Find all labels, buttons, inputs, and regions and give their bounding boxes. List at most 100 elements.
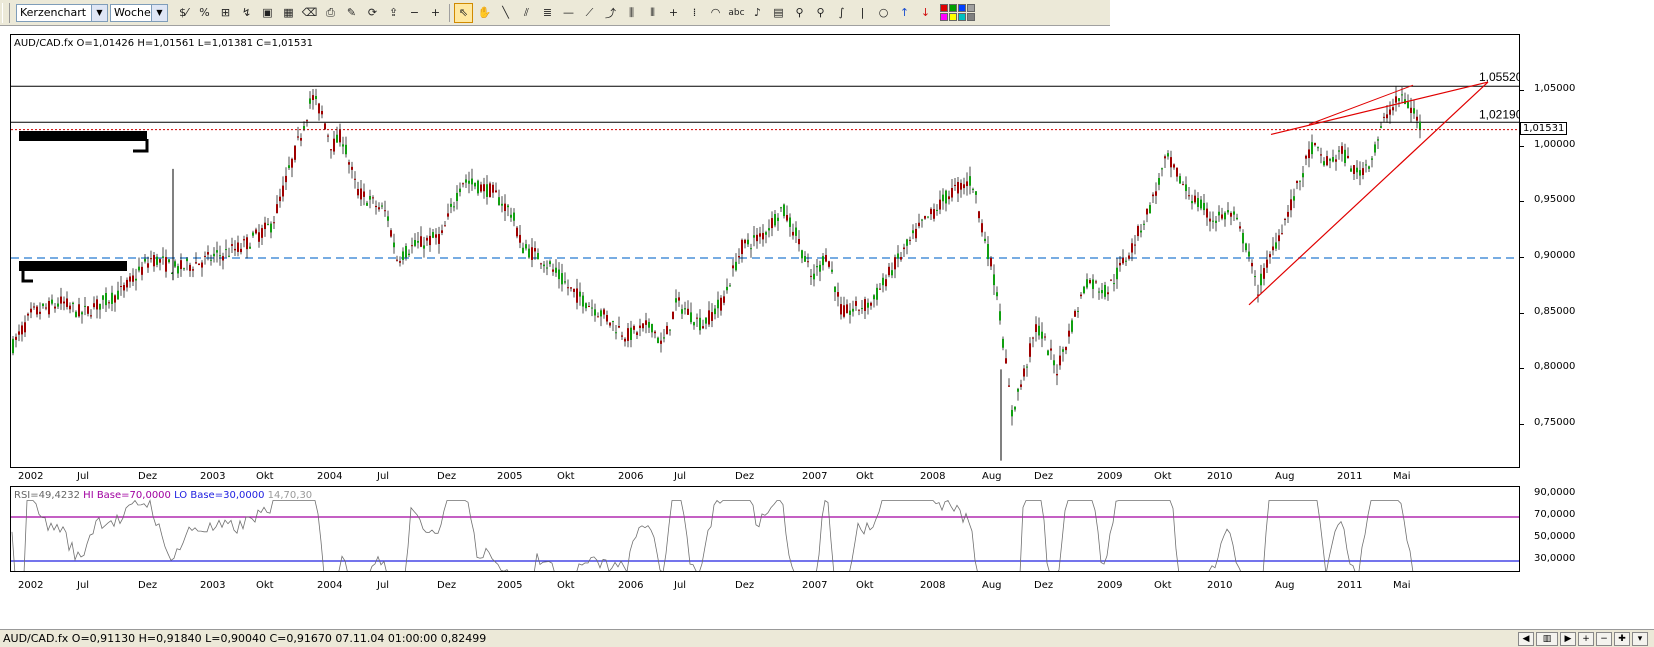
candle-body (1101, 290, 1103, 294)
candle-body (1299, 180, 1301, 182)
candle-body (39, 311, 41, 314)
candle-body (1251, 262, 1253, 267)
price-chart-panel[interactable]: AUD/CAD.fx O=1,01426 H=1,01561 L=1,01381… (10, 34, 1520, 468)
line-icon[interactable]: ╲ (496, 3, 515, 23)
chevron-down-icon[interactable]: ▼ (91, 4, 107, 21)
crosshair-icon[interactable]: + (664, 3, 683, 23)
chevron-down-icon[interactable]: ▼ (151, 4, 167, 21)
scroll-left-icon[interactable]: ◀ (1518, 631, 1534, 646)
candle-body (1188, 195, 1190, 197)
zoom-tool-icon[interactable]: ⚲ (811, 3, 830, 23)
candle-body (84, 305, 86, 307)
candle-body (1374, 144, 1376, 153)
fibonacci-icon[interactable]: ⤴ (601, 3, 620, 23)
candle-body (1254, 276, 1256, 278)
candle-body (1302, 173, 1304, 178)
candle-body (897, 253, 899, 259)
refresh-icon[interactable]: ⟳ (363, 3, 382, 23)
status-text: AUD/CAD.fx O=0,91130 H=0,91840 L=0,90040… (3, 632, 487, 645)
export-icon[interactable]: ⇪ (384, 3, 403, 23)
candle-body (819, 264, 821, 272)
candle-body (1035, 324, 1037, 332)
zoom-out-icon[interactable]: − (405, 3, 424, 23)
toolbar-grip[interactable] (2, 2, 10, 23)
candle-body (1395, 96, 1397, 103)
palette-swatch[interactable] (940, 4, 948, 12)
candle-body (102, 295, 104, 300)
freehand-icon[interactable]: ∫ (832, 3, 851, 23)
arrow-down-icon[interactable]: ↓ (916, 3, 935, 23)
percent-icon[interactable]: % (195, 3, 214, 23)
current-price-label: 1,01531 (1520, 121, 1568, 135)
cycle-lines-icon[interactable]: ⁞ (685, 3, 704, 23)
image-icon[interactable]: ▦ (279, 3, 298, 23)
palette-swatch[interactable] (940, 13, 948, 21)
candle-body (558, 269, 560, 280)
cursor-icon[interactable]: ⇖ (454, 2, 473, 23)
zoom-out-icon[interactable]: − (1596, 631, 1612, 646)
candle-body (189, 264, 191, 271)
text-tool-icon[interactable]: abc (727, 3, 746, 23)
rsi-panel[interactable]: RSI=49,4232 HI Base=70,0000 LO Base=30,0… (10, 486, 1520, 572)
candle-body (1275, 242, 1277, 249)
channel-icon[interactable]: ≣ (538, 3, 557, 23)
candle-body (327, 135, 329, 137)
palette-swatch[interactable] (958, 13, 966, 21)
candle-body (300, 138, 302, 141)
palette-swatch[interactable] (949, 4, 957, 12)
hand-icon[interactable]: ✋ (475, 3, 494, 23)
rsi-tick-label: 30,0000 (1534, 553, 1576, 564)
candle-body (255, 229, 257, 234)
timeframe-select[interactable]: Woche ▼ (110, 3, 168, 22)
candle-body (660, 340, 662, 344)
palette-swatch[interactable] (967, 4, 975, 12)
horizontal-line-icon[interactable]: — (559, 3, 578, 23)
vertical-lines-icon[interactable]: ⦀ (643, 3, 662, 23)
price-tick-label: 0,90000 (1534, 250, 1576, 261)
bar-chart-icon[interactable]: ⊞ (216, 3, 235, 23)
settings-icon[interactable]: ▾ (1632, 631, 1648, 646)
calculator-icon[interactable]: ▤ (769, 3, 788, 23)
candle-body (831, 269, 833, 272)
price-tick-label: 0,80000 (1534, 361, 1576, 373)
scroll-thumb[interactable]: ▥ (1536, 631, 1558, 646)
circle-icon[interactable]: ○ (874, 3, 893, 23)
time-tick-label: 2006 (618, 580, 644, 591)
arc-icon[interactable]: ◠ (706, 3, 725, 23)
palette-swatch[interactable] (958, 4, 966, 12)
parallel-lines-icon[interactable]: ⫽ (517, 3, 536, 23)
candle-body (144, 258, 146, 262)
magnifier-icon[interactable]: ⚲ (790, 3, 809, 23)
fit-icon[interactable]: ✚ (1614, 631, 1630, 646)
bell-icon[interactable]: ♪ (748, 3, 767, 23)
fibonacci-retracement-icon[interactable]: ⫼ (622, 3, 641, 23)
scroll-right-icon[interactable]: ▶ (1560, 631, 1576, 646)
candle-body (252, 232, 254, 236)
candle-body (1062, 349, 1064, 352)
candle-body (687, 308, 689, 315)
candle-body (753, 235, 755, 238)
zoom-in-icon[interactable]: + (426, 3, 445, 23)
candle-body (675, 298, 677, 303)
vertical-bar-icon[interactable]: | (853, 3, 872, 23)
candle-body (981, 223, 983, 233)
arrow-up-icon[interactable]: ↑ (895, 3, 914, 23)
edit-icon[interactable]: ✎ (342, 3, 361, 23)
candle-body (555, 267, 557, 273)
indicator-icon[interactable]: ↯ (237, 3, 256, 23)
palette-swatch[interactable] (967, 13, 975, 21)
candle-body (1113, 283, 1115, 285)
candle-body (75, 311, 77, 317)
screen-icon[interactable]: ▣ (258, 3, 277, 23)
fan-icon[interactable]: ⟋ (580, 3, 599, 23)
palette-swatch[interactable] (949, 13, 957, 21)
zoom-in-icon[interactable]: + (1578, 631, 1594, 646)
chart-type-select[interactable]: Kerzenchart ▼ (16, 3, 108, 22)
candle-body (1248, 251, 1250, 257)
print-icon[interactable]: ⎙ (321, 3, 340, 23)
candle-body (576, 288, 578, 303)
candle-body (1383, 116, 1385, 118)
percent-change-icon[interactable]: $⁄ (174, 3, 193, 23)
candle-body (1026, 366, 1028, 368)
eraser-icon[interactable]: ⌫ (300, 3, 319, 23)
